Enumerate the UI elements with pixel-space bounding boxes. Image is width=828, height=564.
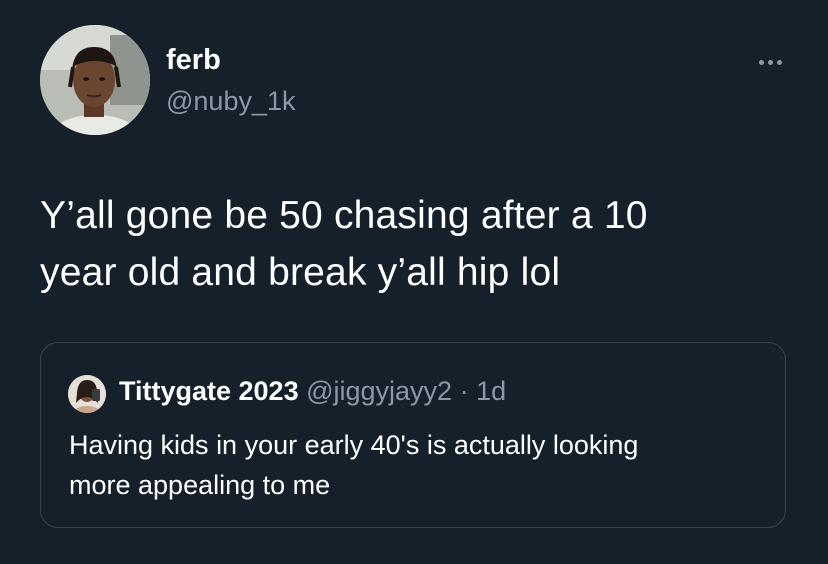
tweet-text: Y’all gone be 50 chasing after a 10 year… xyxy=(40,187,800,301)
author-avatar[interactable] xyxy=(40,25,150,135)
dot xyxy=(776,59,782,65)
quoted-tweet-timestamp[interactable]: 1d xyxy=(476,376,506,406)
author-handle[interactable]: @nuby_1k xyxy=(166,84,296,118)
quoted-tweet-text-line: Having kids in your early 40's is actual… xyxy=(69,430,639,460)
quoted-tweet[interactable]: Tittygate 2023 @jiggyjayy2 · 1d Having k… xyxy=(40,342,786,528)
tweet-text-line: Y’all gone be 50 chasing after a 10 xyxy=(40,194,648,237)
dot xyxy=(758,59,764,65)
quoted-tweet-text-line: more appealing to me xyxy=(69,470,331,500)
quoted-author-handle[interactable]: @jiggyjayy2 xyxy=(306,376,452,406)
separator-dot: · xyxy=(459,376,469,406)
profile-photo-icon xyxy=(40,25,150,135)
dot xyxy=(767,59,773,65)
author-display-name[interactable]: ferb xyxy=(166,42,221,78)
more-dots-icon[interactable] xyxy=(750,50,790,74)
quoted-tweet-header: Tittygate 2023 @jiggyjayy2 · 1d xyxy=(119,373,506,409)
quoted-tweet-text: Having kids in your early 40's is actual… xyxy=(69,425,769,505)
quoted-author-avatar[interactable] xyxy=(68,375,106,413)
tweet-card: ferb @nuby_1k Y’all gone be 50 chasing a… xyxy=(0,0,828,564)
tweet-text-line: year old and break y’all hip lol xyxy=(40,251,561,294)
quoted-author-display-name[interactable]: Tittygate 2023 xyxy=(119,376,299,406)
profile-photo-icon xyxy=(68,375,106,413)
